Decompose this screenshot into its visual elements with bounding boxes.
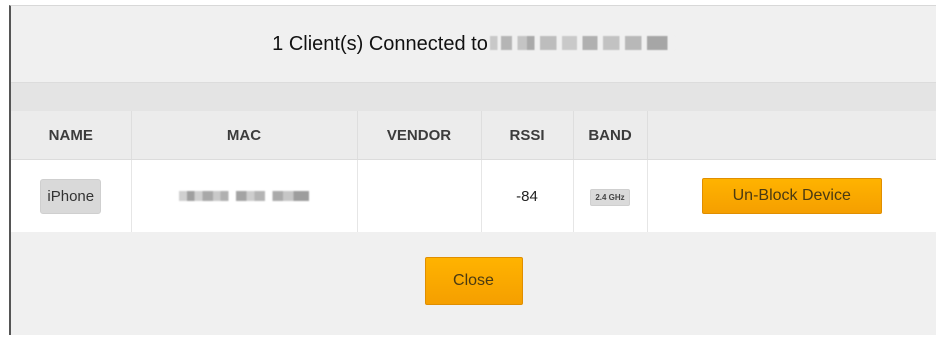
cell-mac xyxy=(131,159,358,232)
column-header-band: BAND xyxy=(573,111,648,160)
client-name-badge[interactable]: iPhone xyxy=(40,178,102,214)
column-header-vendor: VENDOR xyxy=(357,111,482,160)
cell-action: Un-Block Device xyxy=(647,159,936,232)
band-badge: 2.4 GHz xyxy=(590,188,630,206)
column-header-name: NAME xyxy=(11,111,132,160)
dialog-footer: Close xyxy=(11,232,936,335)
column-header-action xyxy=(647,111,936,160)
cell-name: iPhone xyxy=(11,159,132,232)
cell-band: 2.4 GHz xyxy=(573,159,648,232)
column-header-mac: MAC xyxy=(131,111,358,160)
dialog-header: 1 Client(s) Connected to xyxy=(11,6,936,82)
cell-rssi: -84 xyxy=(481,159,574,232)
cell-vendor xyxy=(357,159,482,232)
dialog-title: 1 Client(s) Connected to xyxy=(272,32,488,55)
table-header-row: NAME MAC VENDOR RSSI BAND xyxy=(11,111,936,160)
header-divider xyxy=(11,82,936,111)
redacted-mac-address xyxy=(179,190,309,201)
clients-table: NAME MAC VENDOR RSSI BAND iPhone -84 2.4… xyxy=(11,111,936,232)
column-header-rssi: RSSI xyxy=(481,111,574,160)
close-button[interactable]: Close xyxy=(424,256,523,305)
unblock-device-button[interactable]: Un-Block Device xyxy=(701,178,882,214)
redacted-network-name xyxy=(489,36,675,50)
connected-clients-dialog: 1 Client(s) Connected to NAME MAC VENDOR… xyxy=(9,5,936,335)
table-row: iPhone -84 2.4 GHz Un-Block Device xyxy=(11,159,936,232)
